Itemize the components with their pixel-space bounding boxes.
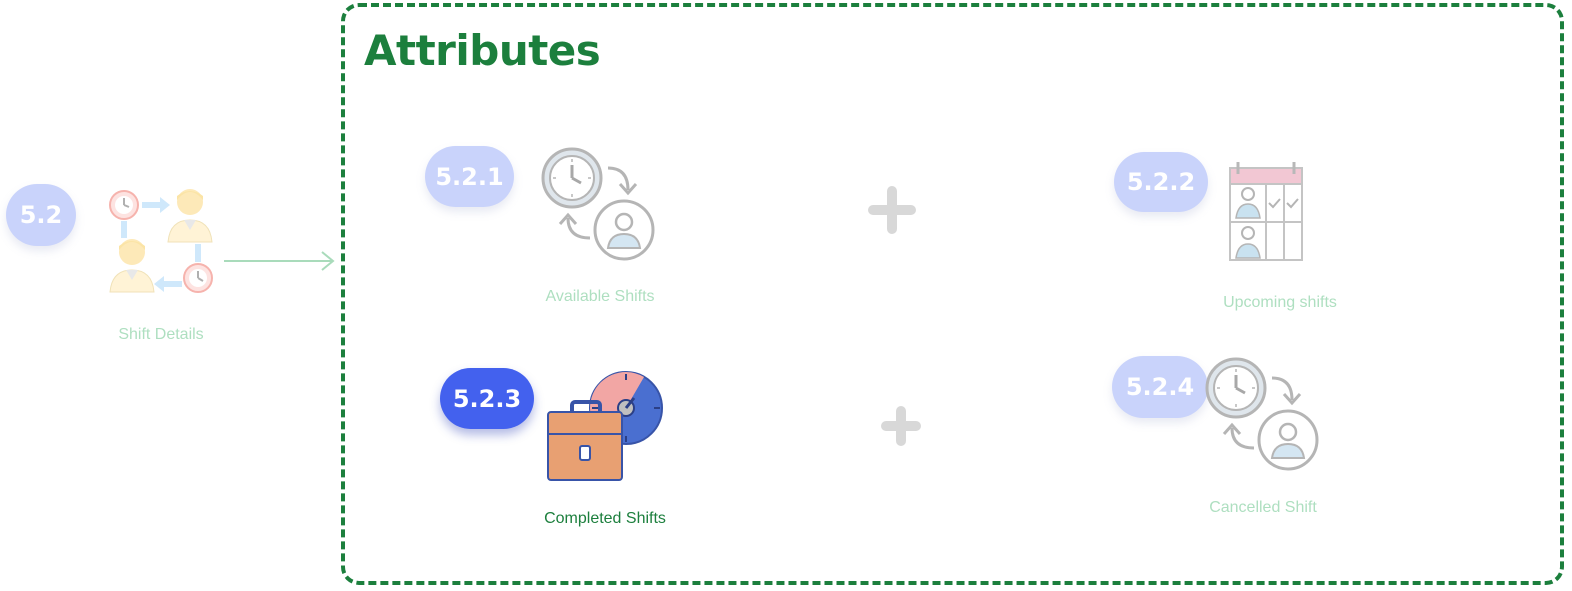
available-shifts-label: Available Shifts xyxy=(545,288,655,305)
attributes-title: Attributes xyxy=(364,26,601,75)
clock-user-cycle-icon xyxy=(1205,357,1319,471)
plus-icon xyxy=(868,186,916,234)
badge-5-2-4: 5.2.4 xyxy=(1112,356,1208,418)
badge-5-2-1: 5.2.1 xyxy=(425,146,514,207)
badge-5-2-3[interactable]: 5.2.3 xyxy=(440,368,534,429)
calendar-schedule-icon xyxy=(1229,162,1303,261)
shift-details-icon xyxy=(109,189,213,293)
completed-shifts-label: Completed Shifts xyxy=(544,510,666,527)
cancelled-shift-label: Cancelled Shift xyxy=(1209,499,1317,516)
plus-icon xyxy=(881,406,921,446)
shift-details-label: Shift Details xyxy=(118,326,204,343)
connector-arrow xyxy=(224,251,335,271)
briefcase-clock-icon xyxy=(547,371,663,481)
badge-5-2-2: 5.2.2 xyxy=(1114,152,1208,212)
clock-user-cycle-icon xyxy=(541,147,655,261)
upcoming-shifts-label: Upcoming shifts xyxy=(1223,294,1337,311)
badge-5-2: 5.2 xyxy=(6,184,76,246)
